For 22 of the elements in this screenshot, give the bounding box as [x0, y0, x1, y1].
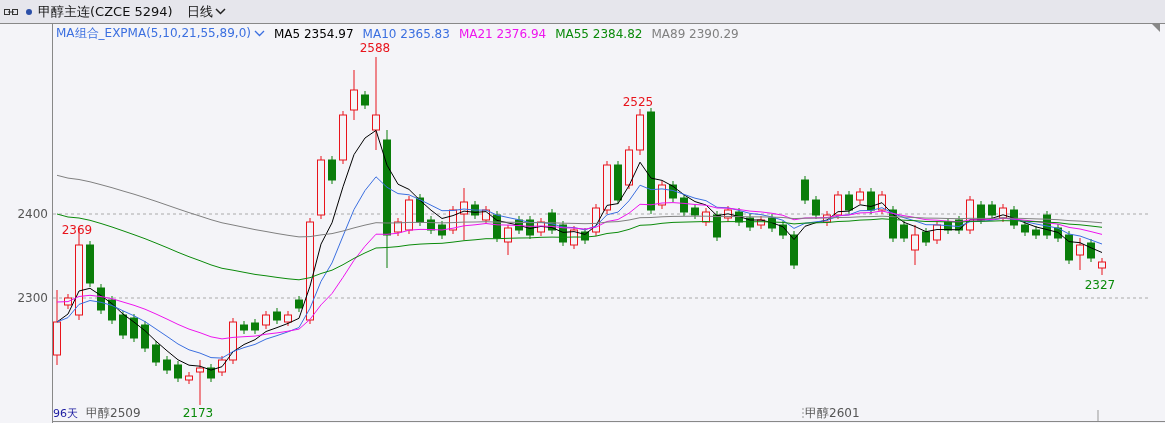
legend-value: MA55 2384.82: [555, 26, 643, 41]
contract-label: 甲醇2509: [86, 406, 141, 420]
legend-value: MA5 2354.97: [273, 26, 354, 41]
caret-icon: [214, 8, 226, 15]
legend-value: MA21 2376.94: [458, 26, 547, 41]
price-label: 2588: [359, 41, 391, 55]
price-label: 2327: [1084, 278, 1116, 292]
y-axis-label: 2300: [17, 291, 48, 305]
symbol-title: 甲醇主连(CZCE 5294): [38, 2, 173, 21]
price-label: 2369: [61, 223, 93, 237]
day-count-label: 96天: [53, 407, 78, 420]
price-label: 2525: [622, 95, 654, 109]
caret-icon: [253, 30, 265, 37]
legend-value: MA89 2390.29: [651, 26, 739, 41]
period-dropdown[interactable]: 日线: [184, 2, 228, 21]
price-label: 2173: [182, 406, 214, 420]
status-dot-icon: [26, 8, 32, 15]
link-icon[interactable]: [4, 7, 18, 16]
y-axis-label: 2400: [17, 207, 48, 221]
contract-label: 甲醇2601: [805, 406, 860, 420]
legend-value: MA10 2365.83: [362, 26, 450, 41]
indicator-dropdown[interactable]: MA组合_EXPMA(5,10,21,55,89,0): [56, 25, 265, 42]
